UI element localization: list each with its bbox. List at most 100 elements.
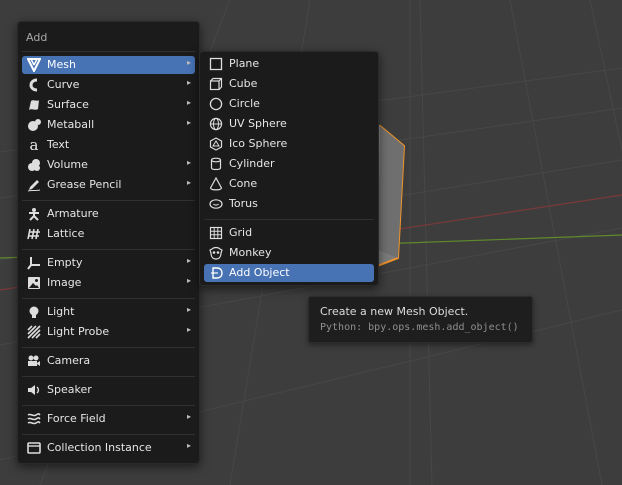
menu-item-cone[interactable]: Cone bbox=[204, 175, 374, 193]
menu-item-label: Add Object bbox=[229, 266, 290, 279]
menu-item-label: Monkey bbox=[229, 246, 272, 259]
menu-separator bbox=[22, 376, 195, 377]
surface-icon bbox=[26, 97, 42, 113]
menu-item-image[interactable]: Image ▸ bbox=[22, 274, 195, 292]
submenu-arrow-icon: ▸ bbox=[186, 178, 191, 187]
menu-item-circle[interactable]: Circle bbox=[204, 95, 374, 113]
menu-item-metaball[interactable]: Metaball ▸ bbox=[22, 116, 195, 134]
torus-icon bbox=[208, 196, 224, 212]
menu-item-torus[interactable]: Torus bbox=[204, 195, 374, 213]
menu-item-label: Volume bbox=[47, 158, 88, 171]
menu-item-label: Ico Sphere bbox=[229, 137, 288, 150]
grease-pencil-icon bbox=[26, 177, 42, 193]
menu-item-light[interactable]: Light ▸ bbox=[22, 303, 195, 321]
mesh-submenu: Plane Cube Circle UV Sphere Ico Sphere C… bbox=[199, 51, 379, 286]
menu-item-armature[interactable]: Armature bbox=[22, 205, 195, 223]
menu-item-label: Metaball bbox=[47, 118, 95, 131]
menu-item-label: Surface bbox=[47, 98, 89, 111]
add-object-icon bbox=[208, 265, 224, 281]
menu-item-curve[interactable]: Curve ▸ bbox=[22, 76, 195, 94]
metaball-icon bbox=[26, 117, 42, 133]
force-field-icon bbox=[26, 411, 42, 427]
monkey-icon bbox=[208, 245, 224, 261]
menu-item-light-probe[interactable]: Light Probe ▸ bbox=[22, 323, 195, 341]
submenu-arrow-icon: ▸ bbox=[186, 305, 191, 314]
tooltip: Create a new Mesh Object. Python: bpy.op… bbox=[308, 296, 533, 343]
menu-item-label: Torus bbox=[229, 197, 258, 210]
menu-item-label: Image bbox=[47, 276, 82, 289]
empty-icon bbox=[26, 255, 42, 271]
menu-item-mesh[interactable]: Mesh ▸ bbox=[22, 56, 195, 74]
menu-item-cylinder[interactable]: Cylinder bbox=[204, 155, 374, 173]
plane-icon bbox=[208, 56, 224, 72]
menu-item-speaker[interactable]: Speaker bbox=[22, 381, 195, 399]
circle-icon bbox=[208, 96, 224, 112]
submenu-arrow-icon: ▸ bbox=[186, 58, 191, 67]
menu-item-grid[interactable]: Grid bbox=[204, 224, 374, 242]
menu-item-label: Force Field bbox=[47, 412, 106, 425]
submenu-arrow-icon: ▸ bbox=[186, 256, 191, 265]
menu-item-lattice[interactable]: Lattice bbox=[22, 225, 195, 243]
submenu-arrow-icon: ▸ bbox=[186, 78, 191, 87]
armature-icon bbox=[26, 206, 42, 222]
menu-item-label: Light Probe bbox=[47, 325, 110, 338]
tooltip-python: Python: bpy.ops.mesh.add_object() bbox=[320, 322, 519, 333]
menu-item-label: Mesh bbox=[47, 58, 76, 71]
add-menu: Add Mesh ▸ Curve ▸ Surface ▸ Metaball ▸ … bbox=[17, 21, 200, 464]
image-icon bbox=[26, 275, 42, 291]
menu-separator bbox=[204, 219, 374, 220]
menu-item-label: Light bbox=[47, 305, 75, 318]
submenu-arrow-icon: ▸ bbox=[186, 118, 191, 127]
menu-item-empty[interactable]: Empty ▸ bbox=[22, 254, 195, 272]
menu-separator bbox=[22, 298, 195, 299]
submenu-arrow-icon: ▸ bbox=[186, 441, 191, 450]
ico-sphere-icon bbox=[208, 136, 224, 152]
menu-item-label: Camera bbox=[47, 354, 91, 367]
menu-item-uv-sphere[interactable]: UV Sphere bbox=[204, 115, 374, 133]
speaker-icon bbox=[26, 382, 42, 398]
mesh-icon bbox=[26, 57, 42, 73]
collection-icon bbox=[26, 440, 42, 456]
light-probe-icon bbox=[26, 324, 42, 340]
menu-item-collection-instance[interactable]: Collection Instance ▸ bbox=[22, 439, 195, 457]
curve-icon bbox=[26, 77, 42, 93]
menu-item-add-object[interactable]: Add Object bbox=[204, 264, 374, 282]
submenu-arrow-icon: ▸ bbox=[186, 158, 191, 167]
menu-item-label: Plane bbox=[229, 57, 260, 70]
menu-item-label: Speaker bbox=[47, 383, 92, 396]
menu-item-label: Text bbox=[47, 138, 70, 151]
lattice-icon bbox=[26, 226, 42, 242]
grid-icon bbox=[208, 225, 224, 241]
menu-item-monkey[interactable]: Monkey bbox=[204, 244, 374, 262]
submenu-arrow-icon: ▸ bbox=[186, 412, 191, 421]
menu-item-label: Collection Instance bbox=[47, 441, 152, 454]
menu-item-label: Lattice bbox=[47, 227, 85, 240]
cube-icon bbox=[208, 76, 224, 92]
volume-icon bbox=[26, 157, 42, 173]
menu-separator bbox=[22, 200, 195, 201]
camera-icon bbox=[26, 353, 42, 369]
menu-item-label: Grease Pencil bbox=[47, 178, 122, 191]
menu-separator bbox=[22, 249, 195, 250]
menu-item-text[interactable]: a Text bbox=[22, 136, 195, 154]
cone-icon bbox=[208, 176, 224, 192]
menu-item-grease-pencil[interactable]: Grease Pencil ▸ bbox=[22, 176, 195, 194]
menu-item-label: Armature bbox=[47, 207, 99, 220]
menu-item-label: Cone bbox=[229, 177, 258, 190]
menu-item-label: Circle bbox=[229, 97, 260, 110]
menu-item-plane[interactable]: Plane bbox=[204, 55, 374, 73]
menu-item-surface[interactable]: Surface ▸ bbox=[22, 96, 195, 114]
menu-item-force-field[interactable]: Force Field ▸ bbox=[22, 410, 195, 428]
menu-item-camera[interactable]: Camera bbox=[22, 352, 195, 370]
light-icon bbox=[26, 304, 42, 320]
menu-item-label: Cylinder bbox=[229, 157, 275, 170]
submenu-arrow-icon: ▸ bbox=[186, 98, 191, 107]
menu-item-label: Empty bbox=[47, 256, 83, 269]
menu-item-ico-sphere[interactable]: Ico Sphere bbox=[204, 135, 374, 153]
menu-separator bbox=[22, 405, 195, 406]
menu-item-cube[interactable]: Cube bbox=[204, 75, 374, 93]
menu-separator bbox=[22, 347, 195, 348]
submenu-arrow-icon: ▸ bbox=[186, 276, 191, 285]
menu-item-volume[interactable]: Volume ▸ bbox=[22, 156, 195, 174]
cylinder-icon bbox=[208, 156, 224, 172]
